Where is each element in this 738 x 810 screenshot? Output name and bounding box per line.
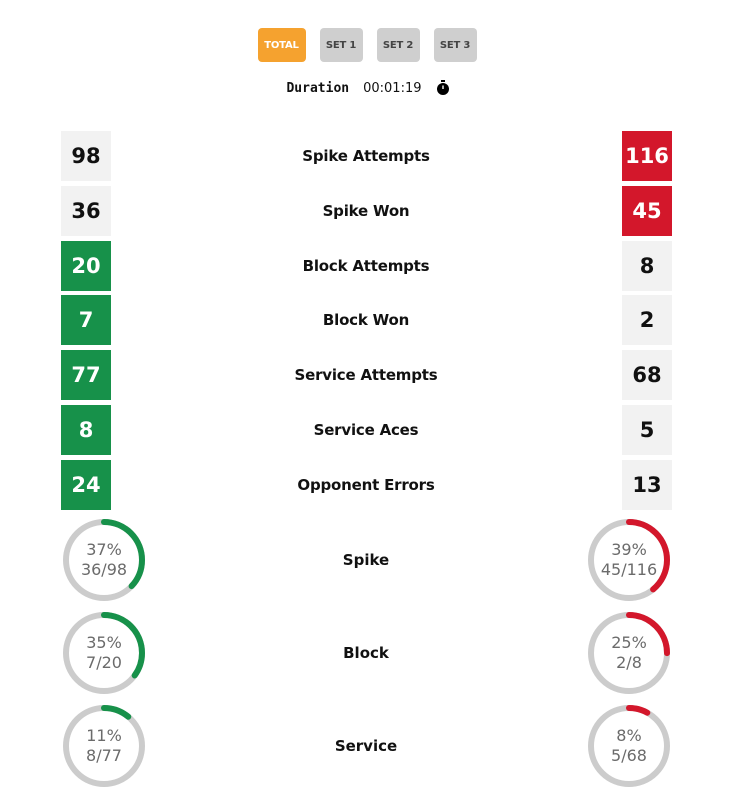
home-spike-ring: 37% 36/98	[61, 517, 147, 603]
home-service-ratio: 8/77	[86, 746, 122, 765]
stat-row: 98 Spike Attempts 116	[0, 131, 738, 181]
service-aces-label: Service Aces	[313, 421, 419, 439]
away-spike-ratio: 45/116	[600, 560, 658, 579]
home-spike-ratio: 36/98	[80, 560, 128, 579]
tab-total[interactable]: TOTAL	[257, 28, 306, 62]
away-service-attempts-value: 68	[622, 350, 672, 400]
away-block-won-value: 2	[622, 295, 672, 345]
duration-label: Duration	[286, 80, 350, 96]
home-spike-attempts-value: 98	[61, 131, 111, 181]
efficiency-row: 35% 7/20 Block 25% 2/8	[0, 610, 738, 696]
block-won-label: Block Won	[322, 311, 410, 329]
opponent-errors-label: Opponent Errors	[297, 476, 435, 494]
away-block-attempts-value: 8	[622, 241, 672, 291]
spike-won-label: Spike Won	[322, 202, 410, 220]
away-service-ring: 8% 5/68	[586, 703, 672, 789]
away-service-aces-value: 5	[622, 405, 672, 455]
away-spike-ring: 39% 45/116	[586, 517, 672, 603]
home-service-percent: 11%	[86, 726, 122, 745]
home-block-ring: 35% 7/20	[61, 610, 147, 696]
home-block-won-value: 7	[61, 295, 111, 345]
tab-set-2[interactable]: SET 2	[376, 28, 420, 62]
stat-row: 8 Service Aces 5	[0, 405, 738, 455]
away-opponent-errors-value: 13	[622, 460, 672, 510]
block-efficiency-label: Block	[343, 644, 389, 662]
service-efficiency-label: Service	[334, 737, 398, 755]
away-block-ratio: 2/8	[616, 653, 642, 672]
stat-row: 36 Spike Won 45	[0, 186, 738, 236]
away-service-percent: 8%	[616, 726, 642, 745]
away-service-ratio: 5/68	[611, 746, 647, 765]
away-spike-won-value: 45	[622, 186, 672, 236]
stat-row: 24 Opponent Errors 13	[0, 460, 738, 510]
block-attempts-label: Block Attempts	[302, 257, 430, 275]
tab-set-3[interactable]: SET 3	[433, 28, 477, 62]
spike-efficiency-label: Spike	[342, 551, 390, 569]
away-spike-percent: 39%	[611, 540, 647, 559]
home-block-attempts-value: 20	[61, 241, 111, 291]
home-spike-percent: 37%	[86, 540, 122, 559]
home-block-ratio: 7/20	[86, 653, 122, 672]
home-service-ring: 11% 8/77	[61, 703, 147, 789]
home-service-attempts-value: 77	[61, 350, 111, 400]
duration-value: 00:01:19	[363, 80, 422, 96]
home-block-percent: 35%	[86, 633, 122, 652]
efficiency-row: 37% 36/98 Spike 39% 45/116	[0, 517, 738, 603]
service-attempts-label: Service Attempts	[294, 366, 438, 384]
away-block-ring: 25% 2/8	[586, 610, 672, 696]
away-block-percent: 25%	[611, 633, 647, 652]
match-duration: Duration 00:01:19	[0, 80, 737, 96]
home-opponent-errors-value: 24	[61, 460, 111, 510]
home-spike-won-value: 36	[61, 186, 111, 236]
efficiency-row: 11% 8/77 Service 8% 5/68	[0, 703, 738, 789]
tab-set-1[interactable]: SET 1	[319, 28, 363, 62]
stat-row: 7 Block Won 2	[0, 295, 738, 345]
stat-row: 20 Block Attempts 8	[0, 241, 738, 291]
stopwatch-icon	[436, 80, 450, 96]
set-tabs: TOTAL SET 1 SET 2 SET 3	[0, 28, 736, 62]
spike-attempts-label: Spike Attempts	[302, 147, 430, 165]
stat-row: 77 Service Attempts 68	[0, 350, 738, 400]
home-service-aces-value: 8	[61, 405, 111, 455]
away-spike-attempts-value: 116	[622, 131, 672, 181]
